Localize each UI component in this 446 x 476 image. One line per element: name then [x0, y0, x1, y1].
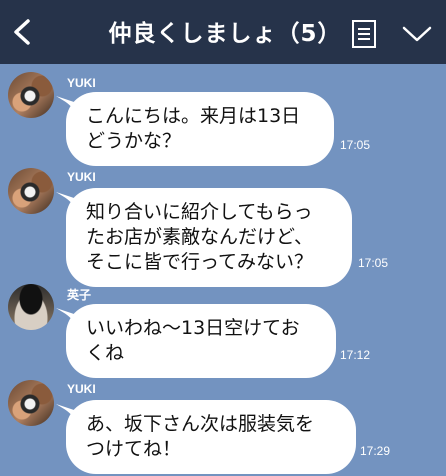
avatar[interactable] [8, 380, 54, 426]
message-line: いいわね〜13日空けてお [86, 317, 300, 339]
message-line: 知り合いに紹介してもらっ [86, 201, 313, 223]
message-bubble[interactable]: 知り合いに紹介してもらっ たお店が素敵なんだけど、 そこに皆で行ってみない？ [66, 188, 352, 287]
message-line: あ、坂下さん次は服装気を [86, 413, 315, 435]
message-line: どうかな？ [86, 130, 182, 152]
chevron-down-icon[interactable] [402, 25, 432, 43]
note-icon[interactable] [351, 19, 377, 49]
message-item: 英子 いいわね〜13日空けてお くね 17:12 [0, 282, 446, 378]
message-time: 17:05 [358, 256, 389, 270]
sender-name: 英子 [67, 288, 92, 302]
message-item: YUKI あ、坂下さん次は服装気を つけてね！ 17:29 [0, 378, 446, 474]
message-line: たお店が素敵なんだけど、 [86, 226, 314, 248]
message-line: つけてね！ [86, 438, 182, 460]
avatar[interactable] [8, 168, 54, 214]
message-item: YUKI 知り合いに紹介してもらっ たお店が素敵なんだけど、 そこに皆で行ってみ… [0, 168, 446, 287]
message-time: 17:05 [340, 138, 371, 152]
chat-header: 仲良くしましょ（5） [0, 0, 446, 64]
sender-name: YUKI [67, 382, 96, 396]
message-line: そこに皆で行ってみない？ [86, 251, 314, 273]
message-item: YUKI こんにちは。来月は13日 どうかな？ 17:05 [0, 70, 446, 166]
message-line: こんにちは。来月は13日 [86, 105, 301, 127]
message-bubble[interactable]: こんにちは。来月は13日 どうかな？ [66, 92, 334, 166]
sender-name: YUKI [67, 76, 96, 90]
message-bubble[interactable]: いいわね〜13日空けてお くね [66, 304, 336, 378]
message-time: 17:12 [340, 348, 371, 362]
message-list[interactable]: YUKI こんにちは。来月は13日 どうかな？ 17:05 YUKI 知り合いに… [0, 64, 446, 476]
message-line: くね [86, 342, 125, 364]
message-time: 17:29 [360, 444, 391, 458]
avatar[interactable] [8, 72, 54, 118]
avatar[interactable] [8, 284, 54, 330]
message-bubble[interactable]: あ、坂下さん次は服装気を つけてね！ [66, 400, 356, 474]
sender-name: YUKI [67, 170, 96, 184]
chat-title: 仲良くしましょ（5） [108, 21, 342, 47]
